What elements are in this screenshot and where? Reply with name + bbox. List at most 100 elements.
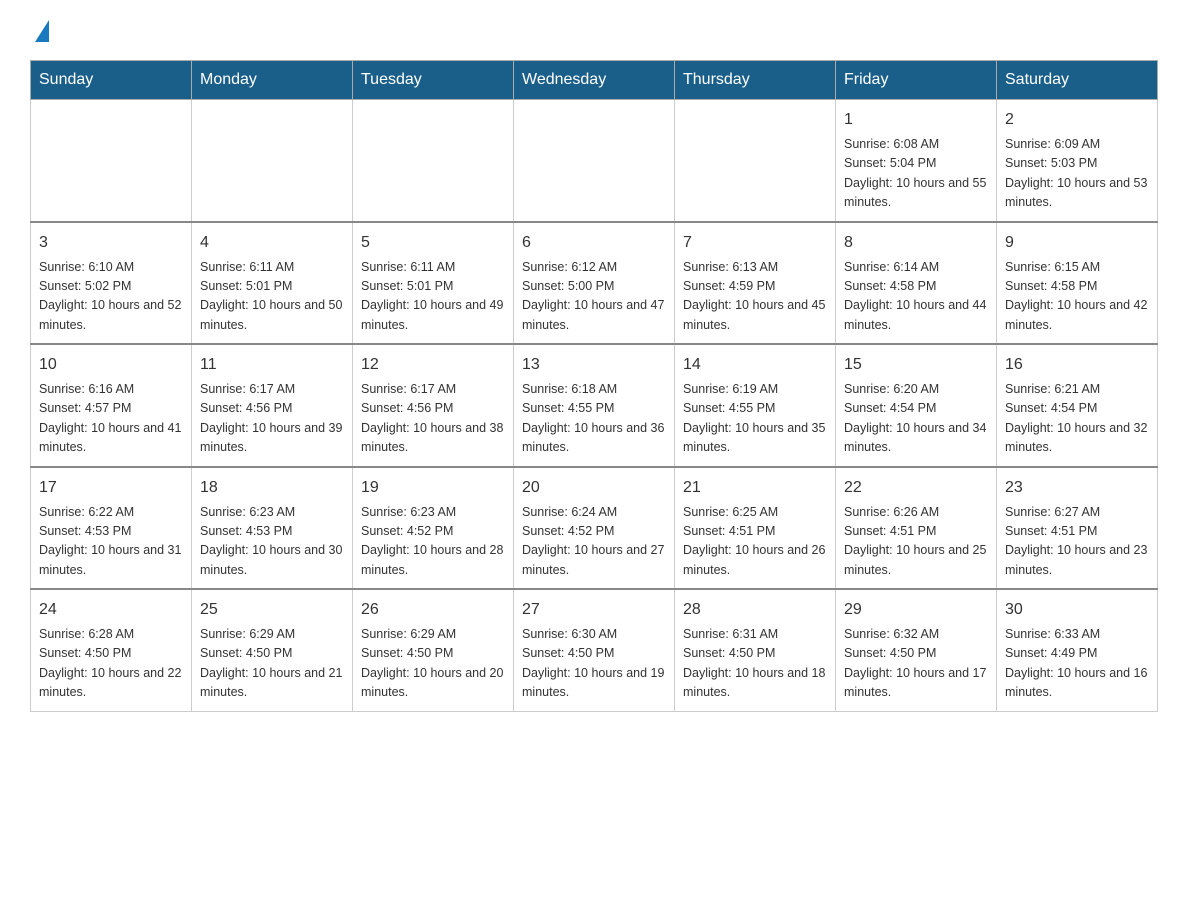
day-number: 21 [683, 476, 827, 500]
calendar-week-row: 1 Sunrise: 6:08 AMSunset: 5:04 PMDaylight… [31, 100, 1158, 222]
day-info: Sunrise: 6:17 AMSunset: 4:56 PMDaylight:… [361, 380, 505, 458]
day-info: Sunrise: 6:20 AMSunset: 4:54 PMDaylight:… [844, 380, 988, 458]
day-number: 29 [844, 598, 988, 622]
logo-triangle-icon [35, 20, 49, 42]
calendar-cell: 27 Sunrise: 6:30 AMSunset: 4:50 PMDayligh… [514, 589, 675, 711]
calendar-cell: 25 Sunrise: 6:29 AMSunset: 4:50 PMDayligh… [192, 589, 353, 711]
calendar-week-row: 24 Sunrise: 6:28 AMSunset: 4:50 PMDayligh… [31, 589, 1158, 711]
day-number: 19 [361, 476, 505, 500]
day-header-wednesday: Wednesday [514, 61, 675, 100]
day-number: 27 [522, 598, 666, 622]
calendar-cell: 28 Sunrise: 6:31 AMSunset: 4:50 PMDayligh… [675, 589, 836, 711]
day-number: 25 [200, 598, 344, 622]
day-number: 22 [844, 476, 988, 500]
calendar-cell: 10 Sunrise: 6:16 AMSunset: 4:57 PMDayligh… [31, 344, 192, 467]
day-info: Sunrise: 6:23 AMSunset: 4:53 PMDaylight:… [200, 503, 344, 581]
day-number: 23 [1005, 476, 1149, 500]
day-number: 12 [361, 353, 505, 377]
day-header-monday: Monday [192, 61, 353, 100]
day-number: 4 [200, 231, 344, 255]
calendar-cell: 12 Sunrise: 6:17 AMSunset: 4:56 PMDayligh… [353, 344, 514, 467]
day-header-thursday: Thursday [675, 61, 836, 100]
day-number: 30 [1005, 598, 1149, 622]
calendar-cell: 26 Sunrise: 6:29 AMSunset: 4:50 PMDayligh… [353, 589, 514, 711]
day-number: 18 [200, 476, 344, 500]
calendar-cell: 19 Sunrise: 6:23 AMSunset: 4:52 PMDayligh… [353, 467, 514, 590]
calendar-cell: 22 Sunrise: 6:26 AMSunset: 4:51 PMDayligh… [836, 467, 997, 590]
day-number: 9 [1005, 231, 1149, 255]
day-info: Sunrise: 6:18 AMSunset: 4:55 PMDaylight:… [522, 380, 666, 458]
day-info: Sunrise: 6:10 AMSunset: 5:02 PMDaylight:… [39, 258, 183, 336]
calendar-week-row: 17 Sunrise: 6:22 AMSunset: 4:53 PMDayligh… [31, 467, 1158, 590]
day-number: 26 [361, 598, 505, 622]
calendar-cell: 13 Sunrise: 6:18 AMSunset: 4:55 PMDayligh… [514, 344, 675, 467]
calendar-cell: 17 Sunrise: 6:22 AMSunset: 4:53 PMDayligh… [31, 467, 192, 590]
calendar-cell: 21Sunrise: 6:25 AMSunset: 4:51 PMDayligh… [675, 467, 836, 590]
calendar-cell [675, 100, 836, 222]
day-number: 1 [844, 108, 988, 132]
day-info: Sunrise: 6:24 AMSunset: 4:52 PMDaylight:… [522, 503, 666, 581]
day-info: Sunrise: 6:29 AMSunset: 4:50 PMDaylight:… [200, 625, 344, 703]
calendar-cell: 30 Sunrise: 6:33 AMSunset: 4:49 PMDayligh… [997, 589, 1158, 711]
calendar-cell: 2Sunrise: 6:09 AMSunset: 5:03 PMDaylight… [997, 100, 1158, 222]
day-number: 28 [683, 598, 827, 622]
calendar-cell: 9 Sunrise: 6:15 AMSunset: 4:58 PMDaylight… [997, 222, 1158, 345]
calendar-cell: 3 Sunrise: 6:10 AMSunset: 5:02 PMDaylight… [31, 222, 192, 345]
day-header-sunday: Sunday [31, 61, 192, 100]
day-number: 13 [522, 353, 666, 377]
day-number: 11 [200, 353, 344, 377]
day-info: Sunrise: 6:14 AMSunset: 4:58 PMDaylight:… [844, 258, 988, 336]
day-info: Sunrise: 6:33 AMSunset: 4:49 PMDaylight:… [1005, 625, 1149, 703]
calendar-cell [353, 100, 514, 222]
calendar-cell: 24 Sunrise: 6:28 AMSunset: 4:50 PMDayligh… [31, 589, 192, 711]
day-info: Sunrise: 6:28 AMSunset: 4:50 PMDaylight:… [39, 625, 183, 703]
calendar-cell: 4Sunrise: 6:11 AMSunset: 5:01 PMDaylight… [192, 222, 353, 345]
calendar-week-row: 10 Sunrise: 6:16 AMSunset: 4:57 PMDayligh… [31, 344, 1158, 467]
calendar-cell: 6 Sunrise: 6:12 AMSunset: 5:00 PMDaylight… [514, 222, 675, 345]
day-info: Sunrise: 6:22 AMSunset: 4:53 PMDaylight:… [39, 503, 183, 581]
day-info: Sunrise: 6:23 AMSunset: 4:52 PMDaylight:… [361, 503, 505, 581]
calendar-cell: 11 Sunrise: 6:17 AMSunset: 4:56 PMDayligh… [192, 344, 353, 467]
day-number: 14 [683, 353, 827, 377]
day-number: 10 [39, 353, 183, 377]
calendar-cell: 20 Sunrise: 6:24 AMSunset: 4:52 PMDayligh… [514, 467, 675, 590]
calendar-header-row: SundayMondayTuesdayWednesdayThursdayFrid… [31, 61, 1158, 100]
calendar-cell: 8Sunrise: 6:14 AMSunset: 4:58 PMDaylight… [836, 222, 997, 345]
day-number: 20 [522, 476, 666, 500]
calendar-cell: 1 Sunrise: 6:08 AMSunset: 5:04 PMDaylight… [836, 100, 997, 222]
calendar-cell [514, 100, 675, 222]
day-header-saturday: Saturday [997, 61, 1158, 100]
day-number: 24 [39, 598, 183, 622]
day-number: 6 [522, 231, 666, 255]
calendar-cell: 18 Sunrise: 6:23 AMSunset: 4:53 PMDayligh… [192, 467, 353, 590]
calendar-cell [192, 100, 353, 222]
day-info: Sunrise: 6:08 AMSunset: 5:04 PMDaylight:… [844, 135, 988, 213]
day-number: 16 [1005, 353, 1149, 377]
calendar-cell [31, 100, 192, 222]
day-info: Sunrise: 6:09 AMSunset: 5:03 PMDaylight:… [1005, 135, 1149, 213]
logo-general-text [30, 20, 49, 44]
day-info: Sunrise: 6:26 AMSunset: 4:51 PMDaylight:… [844, 503, 988, 581]
calendar-cell: 7Sunrise: 6:13 AMSunset: 4:59 PMDaylight… [675, 222, 836, 345]
calendar-cell: 29Sunrise: 6:32 AMSunset: 4:50 PMDayligh… [836, 589, 997, 711]
calendar-cell: 15 Sunrise: 6:20 AMSunset: 4:54 PMDayligh… [836, 344, 997, 467]
day-info: Sunrise: 6:17 AMSunset: 4:56 PMDaylight:… [200, 380, 344, 458]
day-info: Sunrise: 6:13 AMSunset: 4:59 PMDaylight:… [683, 258, 827, 336]
calendar-table: SundayMondayTuesdayWednesdayThursdayFrid… [30, 60, 1158, 712]
page-header [30, 20, 1158, 40]
day-header-tuesday: Tuesday [353, 61, 514, 100]
day-info: Sunrise: 6:15 AMSunset: 4:58 PMDaylight:… [1005, 258, 1149, 336]
day-number: 17 [39, 476, 183, 500]
day-number: 15 [844, 353, 988, 377]
day-info: Sunrise: 6:30 AMSunset: 4:50 PMDaylight:… [522, 625, 666, 703]
day-info: Sunrise: 6:21 AMSunset: 4:54 PMDaylight:… [1005, 380, 1149, 458]
day-number: 3 [39, 231, 183, 255]
day-info: Sunrise: 6:12 AMSunset: 5:00 PMDaylight:… [522, 258, 666, 336]
day-number: 5 [361, 231, 505, 255]
day-info: Sunrise: 6:29 AMSunset: 4:50 PMDaylight:… [361, 625, 505, 703]
calendar-cell: 5Sunrise: 6:11 AMSunset: 5:01 PMDaylight… [353, 222, 514, 345]
logo [30, 20, 49, 40]
day-info: Sunrise: 6:31 AMSunset: 4:50 PMDaylight:… [683, 625, 827, 703]
day-info: Sunrise: 6:16 AMSunset: 4:57 PMDaylight:… [39, 380, 183, 458]
calendar-cell: 23Sunrise: 6:27 AMSunset: 4:51 PMDayligh… [997, 467, 1158, 590]
